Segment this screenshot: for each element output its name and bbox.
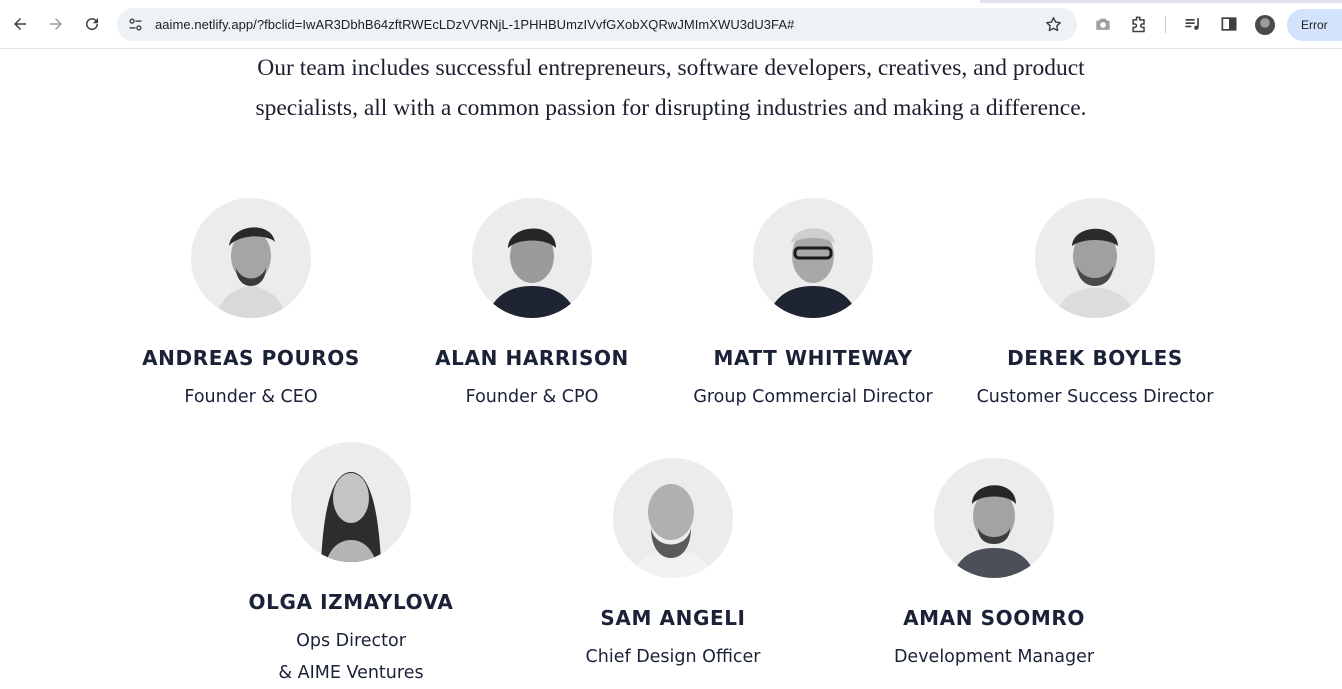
member-name: AMAN SOOMRO (903, 606, 1085, 630)
profile-error-label: Error (1301, 18, 1328, 32)
team-member-card: OLGA IZMAYLOVA Ops Director & AIME Ventu… (211, 442, 491, 689)
team-member-card: SAM ANGELI Chief Design Officer (533, 458, 813, 673)
team-member-card: DEREK BOYLES Customer Success Director (955, 198, 1235, 413)
member-photo (934, 458, 1054, 578)
tab-strip-edge (0, 0, 1342, 3)
team-member-card: MATT WHITEWAY Group Commercial Director (673, 198, 953, 413)
team-member-card: AMAN SOOMRO Development Manager (854, 458, 1134, 673)
member-photo (1035, 198, 1155, 318)
more-icon[interactable]: ⋮ (1337, 16, 1342, 33)
member-photo (291, 442, 411, 562)
member-photo (613, 458, 733, 578)
member-name: OLGA IZMAYLOVA (248, 590, 454, 614)
member-role: Ops Director & AIME Ventures (211, 625, 491, 689)
member-photo (472, 198, 592, 318)
member-role: Founder & CEO (184, 387, 318, 407)
member-role: Chief Design Officer (585, 647, 761, 667)
member-role-line: & AIME Ventures (278, 663, 424, 683)
member-name: DEREK BOYLES (1007, 346, 1183, 370)
screenshot-icon[interactable] (1093, 14, 1113, 34)
member-role: Development Manager (893, 647, 1095, 667)
member-photo (753, 198, 873, 318)
toolbar-separator (1165, 16, 1166, 33)
extensions-icon[interactable] (1129, 14, 1149, 34)
reload-icon[interactable] (80, 12, 104, 36)
member-role: Customer Success Director (976, 387, 1214, 407)
member-role: Group Commercial Director (693, 387, 933, 407)
member-name: SAM ANGELI (600, 606, 746, 630)
url-text[interactable]: aaime.netlify.app/?fbclid=IwAR3DbhB64zft… (155, 17, 794, 32)
back-arrow-icon[interactable] (8, 12, 32, 36)
member-photo (191, 198, 311, 318)
site-info-icon[interactable] (127, 16, 144, 33)
star-icon[interactable] (1044, 15, 1063, 34)
media-controls-icon[interactable] (1183, 14, 1203, 34)
address-bar[interactable]: aaime.netlify.app/?fbclid=IwAR3DbhB64zft… (117, 8, 1077, 41)
browser-toolbar: aaime.netlify.app/?fbclid=IwAR3DbhB64zft… (0, 0, 1342, 49)
team-member-card: ALAN HARRISON Founder & CPO (392, 198, 672, 413)
side-panel-icon[interactable] (1219, 14, 1239, 34)
forward-arrow-icon[interactable] (44, 12, 68, 36)
profile-avatar[interactable] (1255, 15, 1275, 35)
team-member-card: ANDREAS POUROS Founder & CEO (111, 198, 391, 413)
member-role-line: Ops Director (296, 631, 406, 651)
member-name: ANDREAS POUROS (142, 346, 360, 370)
team-intro-text: Our team includes successful entrepreneu… (255, 55, 1087, 121)
profile-error-button[interactable]: Error ⋮ (1287, 9, 1342, 41)
member-name: MATT WHITEWAY (713, 346, 913, 370)
member-name: ALAN HARRISON (435, 346, 629, 370)
member-role: Founder & CPO (465, 387, 599, 407)
